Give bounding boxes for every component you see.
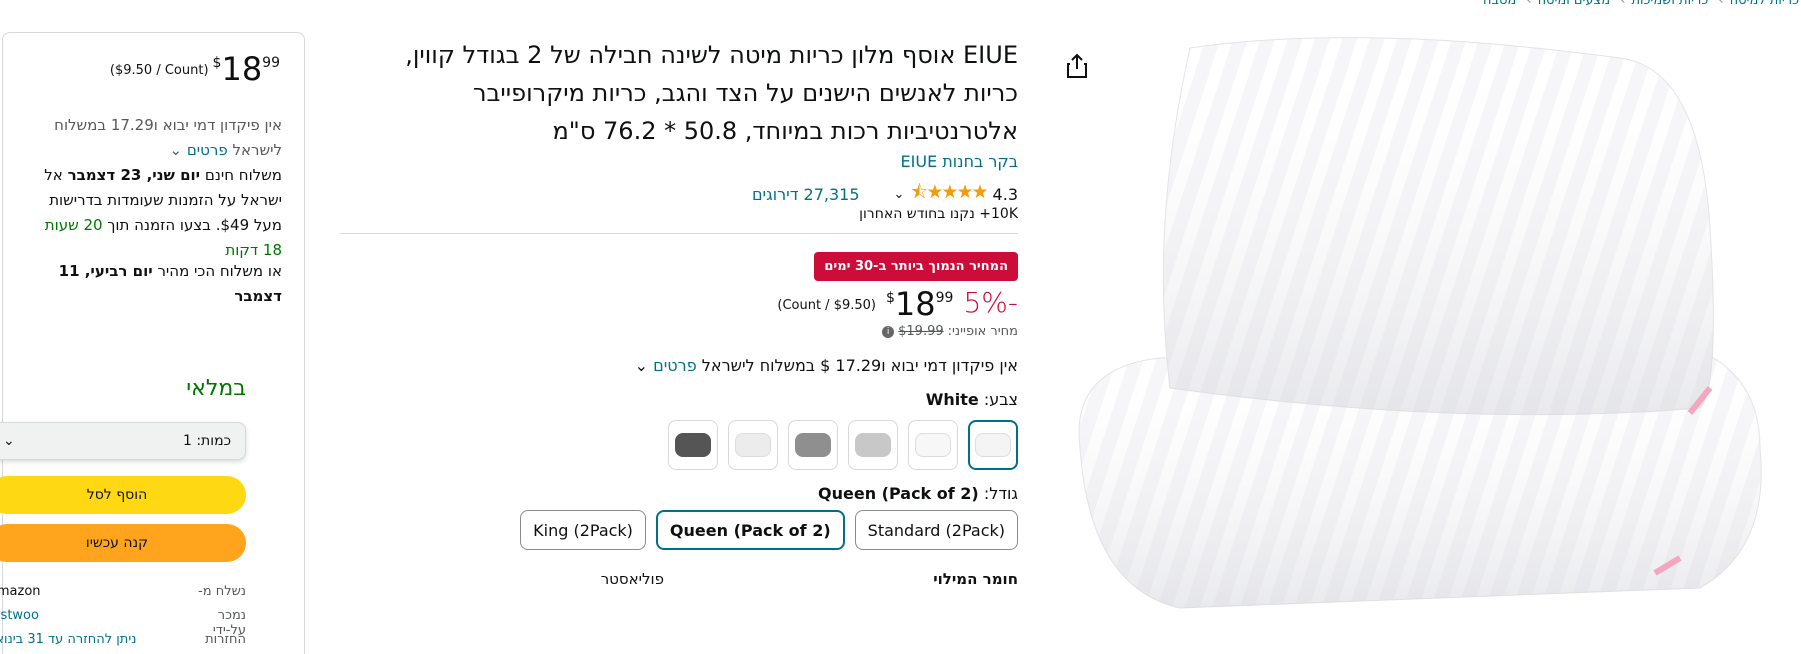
buybox-shipping: אין פיקדון דמי יבוא ו‎17.29 במשלוח לישרא… (24, 113, 282, 163)
typical-price-label: מחיר אופייני: (947, 324, 1018, 339)
chevron-down-icon: ⌄ (3, 433, 15, 449)
shipping-text: אין פיקדון דמי יבוא ו‎17.29 $ במשלוח ליש… (701, 356, 1018, 375)
qty-value: 1 (182, 433, 192, 449)
ships-from-label: נשלח מ- (198, 584, 246, 599)
price: $ 18 99 (886, 286, 953, 322)
size-options: Standard (2Pack) Queen (Pack of 2) King … (520, 510, 1018, 550)
returns-row: החזרות ניתן להחזרה עד 31 בינואר (0, 632, 246, 647)
breadcrumb-item[interactable]: כריות למיטה (1730, 0, 1799, 8)
ships-from-value: Amazon (0, 584, 41, 599)
ships-from-row: נשלח מ- Amazon (0, 584, 246, 599)
size-label: גודל: Queen (Pack of 2) (818, 484, 1018, 503)
free-delivery-prefix: משלוח חינם (204, 166, 282, 184)
buybox-price-currency: $ (212, 55, 222, 71)
shipping-info: אין פיקדון דמי יבוא ו‎17.29 $ במשלוח ליש… (635, 356, 1018, 375)
chevron-down-icon[interactable]: ⌄ (169, 141, 182, 159)
product-title: EIUE אוסף מלון כריות מיטה לשינה חבילה של… (405, 41, 1018, 145)
size-option-king[interactable]: King (2Pack) (520, 510, 646, 550)
breadcrumb-item[interactable]: מצעים ומיטה (1538, 0, 1611, 8)
rating-value: 4.3 (992, 184, 1018, 204)
spec-key: חומר המילוי (933, 570, 1018, 588)
add-to-cart-button[interactable]: הוסף לסל (0, 476, 246, 514)
free-delivery-date: יום שני, 23 דצמבר (67, 166, 201, 184)
store-link[interactable]: בקר בחנות EIUE (901, 152, 1018, 171)
color-swatch[interactable] (788, 420, 838, 470)
color-swatch[interactable] (668, 420, 718, 470)
spec-row: חומר המילוי פוליאסטר (428, 570, 1018, 588)
color-swatch[interactable] (848, 420, 898, 470)
color-value: White (925, 390, 979, 409)
buybox-shipping-text: אין פיקדון דמי יבוא ו‎17.29 במשלוח לישרא… (54, 116, 282, 159)
deal-badge: המחיר הנמוך ביותר ב-30 ימים (814, 252, 1018, 281)
shipping-details-link[interactable]: פרטים (653, 356, 697, 375)
color-swatches (668, 420, 1018, 470)
returns-label: החזרות (205, 632, 246, 647)
discount-percent: -5% (963, 286, 1018, 319)
size-value: Queen (Pack of 2) (818, 484, 979, 503)
fastest-delivery-prefix: או משלוח הכי מהיר (157, 262, 282, 280)
color-swatch[interactable] (908, 420, 958, 470)
price-fraction: 99 (935, 290, 954, 306)
bought-count: 10K+ נקנו בחודש האחרון (859, 206, 1018, 222)
stock-status: במלאי (186, 376, 246, 401)
typical-price: מחיר אופייני: $19.99 i (882, 324, 1018, 339)
info-icon[interactable]: i (882, 325, 895, 338)
size-option-standard[interactable]: Standard (2Pack) (854, 510, 1018, 550)
buy-now-button[interactable]: קנה עכשיו (0, 524, 246, 562)
qty-label: כמות: (196, 433, 231, 449)
price-currency: $ (886, 290, 895, 306)
buybox-details-link[interactable]: פרטים (187, 141, 228, 159)
share-icon[interactable] (1064, 52, 1090, 80)
qty-text: כמות: 1 (183, 433, 231, 449)
quantity-select[interactable]: כמות: 1 ⌄ (0, 422, 246, 460)
buybox-price-fraction: 99 (262, 55, 280, 71)
color-label: צבע: White (926, 390, 1018, 409)
spec-value: פוליאסטר (600, 570, 664, 588)
buybox-price: ($9.50 / Count) $ 18 99 (110, 51, 280, 87)
buybox-price-whole: 18 (221, 50, 263, 88)
divider (340, 233, 1018, 234)
ratings-count-link[interactable]: 27,315 דירוגים (752, 185, 860, 204)
free-delivery: משלוח חינם יום שני, 23 דצמבר אל ישראל על… (24, 163, 282, 263)
unit-price: ($9.50 / Count) (777, 298, 876, 313)
price-row: -5% $ 18 99 ($9.50 / Count) (777, 286, 1018, 322)
color-label-text: צבע: (983, 390, 1018, 409)
breadcrumb-item[interactable]: כריות ושמיכות (1631, 0, 1708, 8)
breadcrumb-item[interactable]: מטבח (1483, 0, 1516, 8)
chevron-down-icon[interactable]: ⌄ (635, 356, 648, 375)
returns-link[interactable]: ניתן להחזרה עד 31 בינואר (0, 632, 196, 647)
breadcrumb: כריות למיטה› כריות ושמיכות› מצעים ומיטה›… (1481, 0, 1801, 8)
typical-price-value: $19.99 (898, 324, 944, 339)
color-swatch[interactable] (728, 420, 778, 470)
fastest-delivery: או משלוח הכי מהיר יום רביעי, 11 דצמבר (24, 259, 282, 309)
chevron-down-icon[interactable]: ⌄ (894, 187, 905, 202)
price-whole: 18 (894, 285, 936, 323)
product-image[interactable] (1060, 28, 1801, 628)
buybox-unit-price: ($9.50 / Count) (109, 63, 209, 78)
size-label-text: גודל: (983, 484, 1018, 503)
size-option-queen[interactable]: Queen (Pack of 2) (655, 510, 845, 550)
color-swatch[interactable] (968, 420, 1018, 470)
